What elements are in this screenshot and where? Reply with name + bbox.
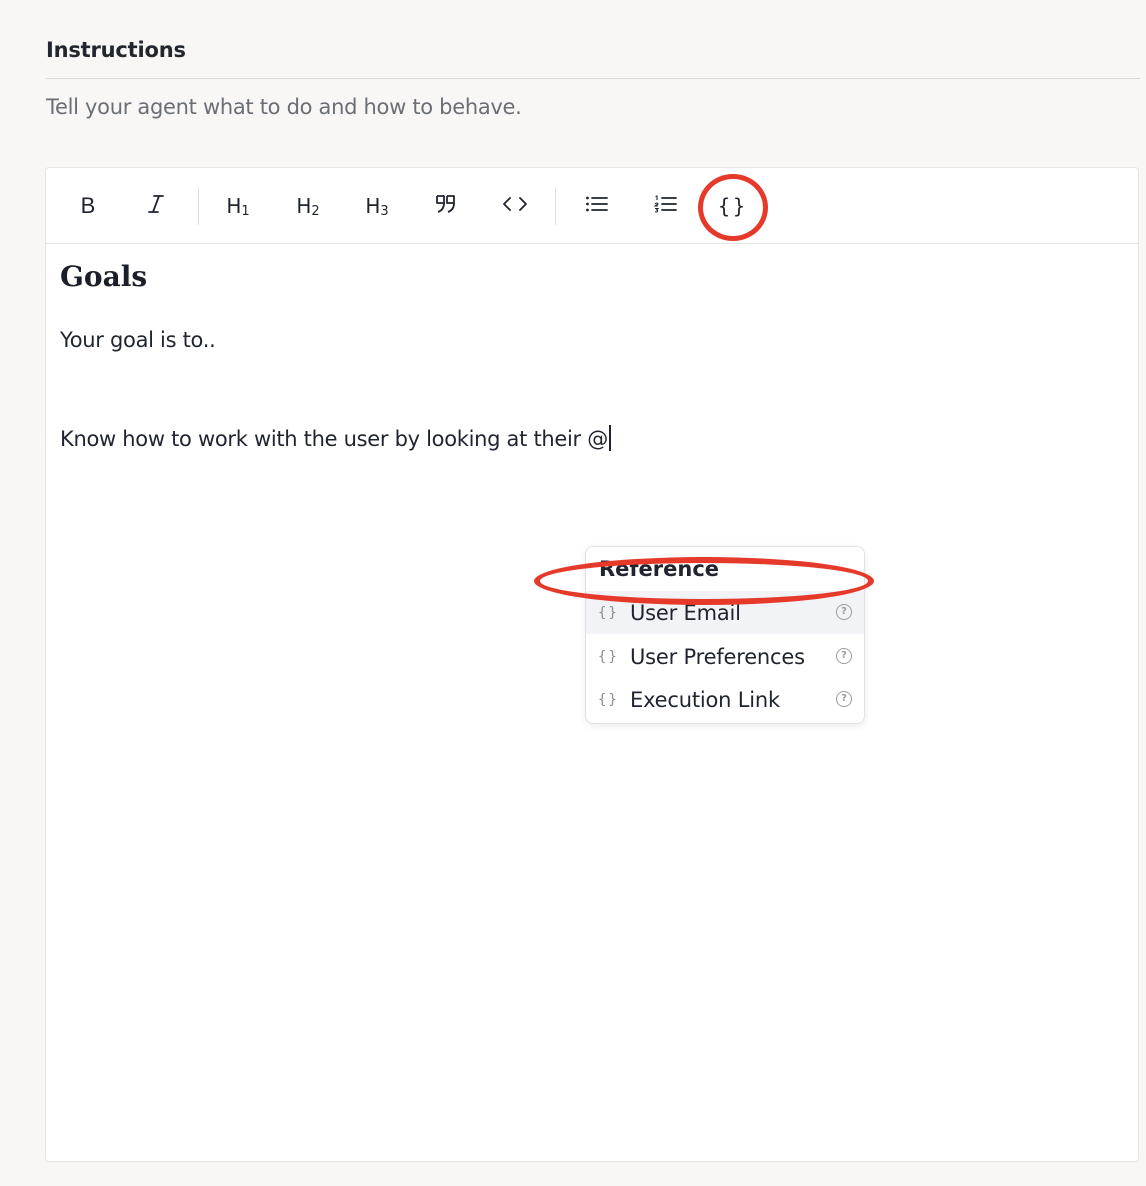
reference-item-execution-link[interactable]: {} Execution Link ? (586, 678, 864, 721)
editor-toolbar: B H1 H2 H3 {} (46, 168, 1138, 244)
toolbar-separator (198, 187, 199, 225)
content-paragraph: Your goal is to.. (60, 328, 216, 352)
code-button[interactable] (493, 184, 537, 228)
insert-variable-button[interactable]: {} (711, 184, 755, 228)
content-paragraph-current: Know how to work with the user by lookin… (60, 425, 611, 451)
braces-icon: {} (598, 648, 619, 665)
braces-icon: {} (598, 604, 619, 621)
content-heading: Goals (60, 260, 148, 293)
quote-icon (434, 193, 458, 219)
reference-item-label: User Email (630, 600, 741, 625)
ordered-list-icon (653, 195, 678, 217)
divider (46, 78, 1140, 79)
help-icon[interactable]: ? (836, 691, 852, 707)
h2-icon: H2 (296, 193, 320, 219)
bullet-list-icon (585, 195, 609, 217)
help-icon[interactable]: ? (836, 604, 852, 620)
heading1-button[interactable]: H1 (216, 184, 260, 228)
toolbar-separator (555, 187, 556, 225)
blockquote-button[interactable] (424, 184, 468, 228)
italic-icon (145, 193, 167, 219)
reference-item-label: Execution Link (630, 687, 780, 712)
section-description: Tell your agent what to do and how to be… (46, 95, 522, 119)
section-title: Instructions (46, 38, 186, 62)
braces-icon: {} (717, 194, 749, 218)
bold-icon: B (80, 193, 96, 218)
code-icon (502, 195, 528, 217)
reference-menu-title: Reference (599, 557, 720, 581)
italic-button[interactable] (134, 184, 178, 228)
heading3-button[interactable]: H3 (355, 184, 399, 228)
ordered-list-button[interactable] (644, 184, 688, 228)
bold-button[interactable]: B (66, 184, 110, 228)
bullet-list-button[interactable] (575, 184, 619, 228)
reference-item-user-preferences[interactable]: {} User Preferences ? (586, 635, 864, 678)
help-icon[interactable]: ? (836, 648, 852, 664)
reference-item-user-email[interactable]: {} User Email ? (586, 591, 864, 634)
h3-icon: H3 (365, 193, 389, 219)
h1-icon: H1 (226, 193, 250, 219)
reference-menu: Reference {} User Email ? {} User Prefer… (585, 546, 865, 724)
rich-text-editor[interactable]: B H1 H2 H3 {} Goals Your goal is to.. Kn… (45, 167, 1139, 1162)
reference-item-label: User Preferences (630, 644, 805, 669)
text-caret (608, 425, 611, 451)
heading2-button[interactable]: H2 (286, 184, 330, 228)
braces-icon: {} (598, 691, 619, 708)
